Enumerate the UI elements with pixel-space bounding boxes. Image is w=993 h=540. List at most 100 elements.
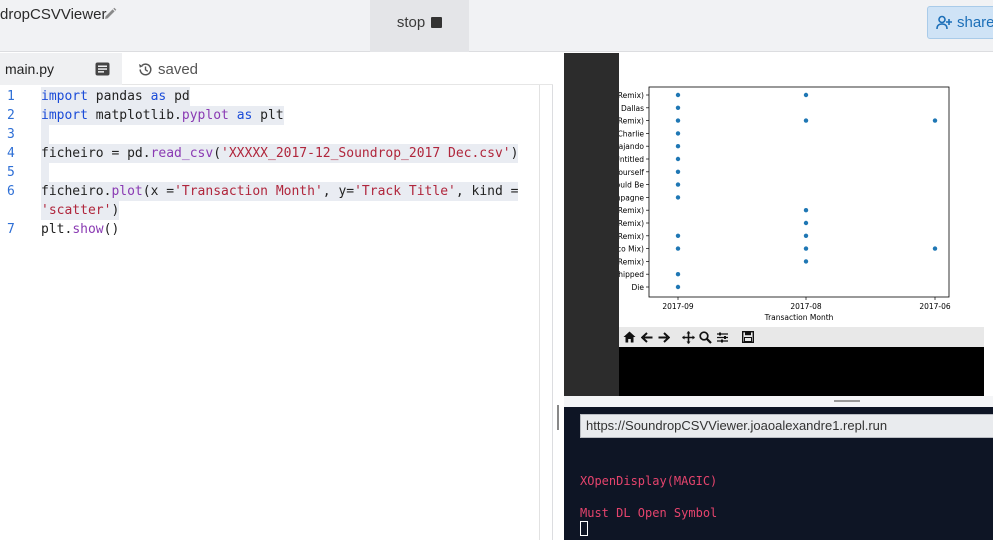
format-icon[interactable] [95,62,110,76]
y-tick-label: Could Be [619,181,644,190]
code-line: 1 import pandas as pd [0,87,540,106]
y-tick-label: hampagne [619,193,644,202]
y-tick-label: Die [632,283,645,292]
repl-url-field[interactable]: https://SoundropCSVViewer.joaoalexandre1… [580,414,993,438]
x-tick-label: 2017-06 [919,302,951,311]
code-text: 'scatter') [41,201,120,220]
scatter-point [803,259,809,264]
home-icon[interactable] [622,330,637,345]
pencil-icon[interactable] [103,7,117,21]
zoom-icon[interactable] [698,330,713,345]
code-text [41,163,49,182]
code-line: 3 [0,125,540,144]
scatter-point [675,92,681,98]
stop-icon [431,16,443,28]
file-tab-bar: main.py saved [0,53,553,85]
x-axis-label: Transaction Month [764,313,834,322]
file-tab-label: main.py [5,61,55,77]
scatter-point [675,144,681,149]
line-number: 5 [7,165,15,180]
y-tick-label: Disco Mix) [619,245,644,254]
share-button-label: share [957,14,993,31]
code-line: 4 ficheiro = pd.read_csv('XXXXX_2017-12_… [0,144,540,163]
y-tick-label: rk Remix) [619,206,644,215]
vnc-desktop-strip [564,53,619,396]
x-tick-label: 2017-08 [790,302,822,311]
y-tick-label: rk Remix) [619,232,644,241]
code-text: ficheiro = pd.read_csv('XXXXX_2017-12_So… [41,144,519,163]
line-number: 2 [7,108,15,123]
back-arrow-icon[interactable] [639,330,654,345]
code-line: 7 plt.show() [0,220,540,239]
y-tick-label: Untitled [619,155,644,164]
matplotlib-toolbar [619,327,984,347]
line-number: 4 [7,146,15,161]
scatter-point [675,272,681,277]
stop-button-label: stop [396,13,426,31]
scatter-point [803,220,809,226]
scatter-point [675,118,681,123]
vnc-edge [984,53,993,396]
code-text: import pandas as pd [41,87,190,106]
scatter-point [932,118,938,123]
y-tick-label: rk Remix) [619,219,644,228]
configure-subplots-icon[interactable] [715,330,730,345]
console-cursor [580,521,588,536]
console-output: XOpenDisplay(MAGIC) Must DL Open Symbol [580,473,717,521]
scatter-point [675,182,681,187]
line-number: 6 [7,184,15,199]
line-number: 7 [7,222,15,237]
stop-button[interactable]: stop [370,0,469,52]
console-line: XOpenDisplay(MAGIC) [580,474,718,488]
add-user-icon [936,15,952,30]
scatter-point [675,169,681,174]
top-bar: dropCSVViewer stop share [0,0,993,52]
console-pane[interactable]: https://SoundropCSVViewer.joaoalexandre1… [564,407,993,540]
line-number: 3 [7,127,15,142]
scatter-point [675,284,681,290]
scatter-chart: os (Remix) Dallas o (Remix) Charlie Viajando… [603,86,951,322]
code-line: 'scatter') [0,201,540,220]
scatter-point [803,233,809,238]
scatter-point [675,131,681,136]
code-line: 6 ficheiro.plot(x ='Transaction Month', … [0,182,540,201]
chart-axes-frame [648,86,950,298]
forward-arrow-icon[interactable] [656,330,671,345]
scatter-point [675,246,681,251]
y-tick-label: me Remix) [619,257,644,266]
pane-splitter[interactable] [564,396,993,407]
project-title[interactable]: dropCSVViewer [0,6,106,23]
splitter-handle[interactable] [834,400,860,402]
console-line: Must DL Open Symbol [580,506,718,520]
scatter-point [803,92,809,98]
scatter-point [675,195,681,200]
scatter-point [675,156,681,162]
code-text: plt.show() [41,222,120,237]
y-tick-label: Whipped [619,270,644,279]
code-line: 5 [0,163,540,182]
code-text: import matplotlib.pyplot as plt [41,106,284,125]
vertical-divider-handle[interactable] [557,405,559,430]
x-tick-label: 2017-09 [662,302,694,311]
scatter-point [803,208,809,213]
y-tick-label: Charlie [619,129,644,138]
scatter-point [675,105,681,110]
save-icon[interactable] [740,330,755,345]
code-text: ficheiro.plot(x ='Transaction Month', y=… [41,182,519,201]
scatter-point [932,246,938,251]
share-button[interactable]: share [927,6,993,39]
history-icon [139,63,152,76]
vnc-display[interactable]: os (Remix) Dallas o (Remix) Charlie Viajando… [564,53,993,396]
scatter-point [675,233,681,238]
code-editor[interactable]: 1 import pandas as pd 2 import matplotli… [0,86,540,540]
y-tick-label: Viajando [619,142,644,151]
scatter-point [803,118,809,123]
line-number: 1 [7,89,15,104]
pan-icon[interactable] [681,330,696,345]
editor-scrollbar[interactable] [539,85,540,540]
y-tick-label: zz Yourself [619,168,644,177]
matplotlib-figure[interactable]: os (Remix) Dallas o (Remix) Charlie Viajando… [603,53,984,347]
scatter-point [803,246,809,251]
code-text [41,125,49,144]
